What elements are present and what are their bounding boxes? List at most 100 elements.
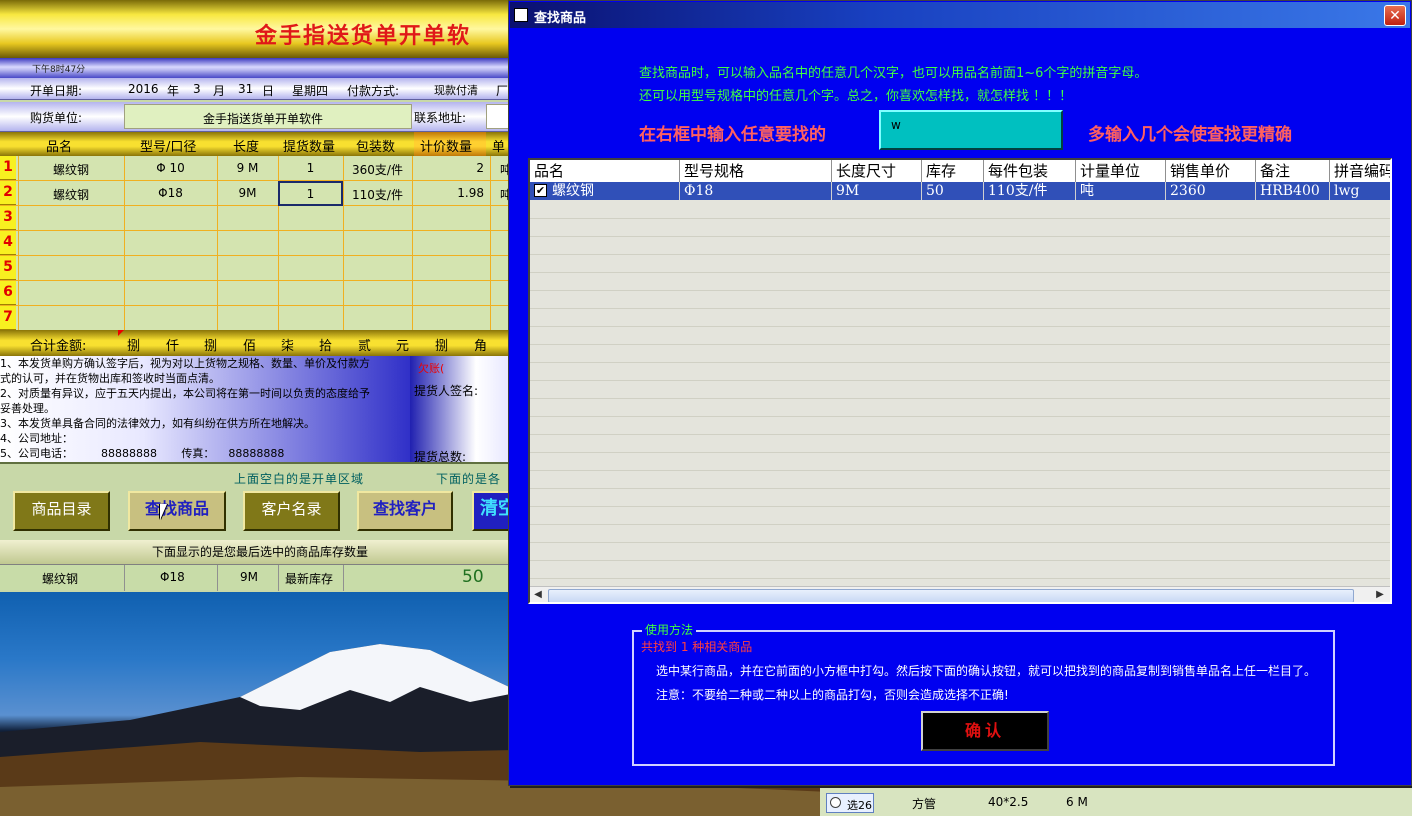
col-header-length[interactable]: 长度尺寸: [832, 160, 922, 182]
buyer-label: 购货单位:: [30, 111, 83, 125]
cell-length[interactable]: 9 M: [217, 161, 278, 175]
empty-row: [530, 326, 1390, 345]
table-header: 品名 型号/口径 长度 提货数量 包装数 计价数量 单: [0, 132, 520, 156]
hint-left: 上面空白的是开单区域: [234, 472, 365, 486]
precision-hint: 多输入几个会使查找更精确: [1088, 125, 1292, 145]
result-unit: 吨: [1076, 182, 1166, 200]
result-price: 2360: [1166, 182, 1256, 200]
total-unit: 仟: [166, 339, 180, 354]
col-header-pack[interactable]: 每件包装: [984, 160, 1076, 182]
date-day[interactable]: 31: [238, 82, 253, 96]
empty-row: [530, 560, 1390, 579]
find-customer-button[interactable]: 查找客户: [357, 491, 453, 531]
found-count: 共找到 1 种相关商品: [641, 640, 753, 654]
note-line: 4、公司地址：: [0, 432, 73, 445]
input-label: 在右框中输入任意要找的: [639, 125, 826, 145]
address-label: 联系地址:: [414, 111, 467, 125]
col-price-qty: 计价数量: [420, 140, 473, 155]
horizontal-scrollbar[interactable]: ◀ ▶: [530, 586, 1390, 602]
result-stock: 50: [922, 182, 984, 200]
dialog-title: 查找商品: [534, 11, 587, 26]
empty-row: [530, 452, 1390, 471]
stock-value: 50: [462, 567, 484, 587]
buyer-field[interactable]: 金手指送货单开单软件: [124, 104, 412, 129]
cell-length[interactable]: 9M: [217, 186, 278, 200]
stock-name: 螺纹钢: [42, 572, 79, 586]
cell-model[interactable]: Φ18: [124, 186, 217, 200]
stock-row: 螺纹钢 Φ18 9M 最新库存 50: [0, 564, 520, 591]
row-number: 4: [0, 231, 16, 255]
debt-label: 欠账(: [418, 362, 445, 375]
radio-icon: [830, 797, 841, 808]
confirm-button[interactable]: 确认: [921, 711, 1049, 751]
search-hint-2: 还可以用型号规格中的任意几个字。总之，你喜欢怎样找，就怎样找 ！！！: [639, 89, 1073, 104]
col-header-remark[interactable]: 备注: [1256, 160, 1330, 182]
col-header-name[interactable]: 品名: [530, 160, 680, 182]
result-name: 螺纹钢: [548, 182, 680, 200]
cell-price-qty[interactable]: 1.98: [412, 186, 484, 200]
col-header-unit[interactable]: 计量单位: [1076, 160, 1166, 182]
row-checkbox[interactable]: ✔: [534, 184, 547, 197]
col-pack: 包装数: [356, 140, 396, 155]
scroll-thumb[interactable]: [548, 589, 1354, 602]
note-line: 妥善处理。: [0, 402, 55, 415]
cell-price-qty[interactable]: 2: [412, 161, 484, 175]
result-pinyin: lwg: [1330, 182, 1390, 200]
empty-row: [530, 362, 1390, 381]
note-line: 3、本发货单具备合同的法律效力，如有纠纷在供方所在地解决。: [0, 417, 315, 430]
day-unit: 日: [262, 84, 275, 98]
row-number: 3: [0, 206, 16, 230]
cell-pack[interactable]: 110支/件: [343, 186, 412, 203]
scroll-left-icon[interactable]: ◀: [530, 587, 546, 602]
signature-area: 欠账( 提货人签名: 提货总数:: [410, 356, 520, 464]
weekday: 星期四: [292, 84, 329, 98]
empty-row: [530, 470, 1390, 489]
hint-right: 下面的是各: [436, 472, 502, 486]
empty-row: [530, 290, 1390, 309]
stock-model: Φ18: [160, 570, 185, 584]
empty-row: [530, 308, 1390, 327]
cell-name[interactable]: 螺纹钢: [18, 186, 124, 203]
payment-value[interactable]: 现款付清: [434, 82, 478, 98]
note-marker: [118, 330, 124, 336]
find-goods-button[interactable]: 查找商品: [128, 491, 226, 531]
row-select-radio[interactable]: 选26: [826, 793, 874, 813]
bottom-spec: 40*2.5: [988, 795, 1029, 809]
total-unit: 佰: [243, 339, 257, 354]
col-header-model[interactable]: 型号规格: [680, 160, 832, 182]
cell-model[interactable]: Φ 10: [124, 161, 217, 175]
note-line: 2、对质量有异议，应于五天内提出，本公司将在第一时间以负责的态度给予: [0, 387, 370, 400]
result-row-selected[interactable]: ✔ 螺纹钢 Φ18 9M 50 110支/件 吨 2360 HRB400 lwg: [530, 182, 1390, 200]
date-month[interactable]: 3: [193, 82, 201, 96]
close-button[interactable]: ✕: [1384, 5, 1406, 26]
note-line: 5、公司电话： 88888888 传真： 88888888: [0, 447, 285, 460]
catalog-button[interactable]: 商品目录: [13, 491, 110, 531]
order-grid: 1 2 3 4 5 6 7 螺纹钢 Φ 10 9 M 1 360支/件 2 吨 …: [0, 156, 520, 330]
cell-qty-active[interactable]: 1: [278, 181, 343, 206]
stock-header: 下面显示的是您最后选中的商品库存数量: [0, 540, 520, 564]
col-header-price[interactable]: 销售单价: [1166, 160, 1256, 182]
cell-name[interactable]: 螺纹钢: [18, 161, 124, 178]
note-line: 1、本发货单购方确认签字后，视为对以上货物之规格、数量、单价及付款方: [0, 357, 370, 370]
empty-row: [530, 200, 1390, 219]
dialog-titlebar[interactable]: [510, 2, 1410, 28]
payment-label: 付款方式:: [347, 84, 400, 98]
col-header-stock[interactable]: 库存: [922, 160, 984, 182]
app-title: 金手指送货单开单软: [255, 23, 472, 49]
empty-row: [530, 434, 1390, 453]
cell-qty[interactable]: 1: [278, 161, 343, 175]
row-number: 7: [0, 306, 16, 330]
customers-button[interactable]: 客户名录: [243, 491, 340, 531]
results-header: 品名 型号规格 长度尺寸 库存 每件包装 计量单位 销售单价 备注 拼音编码: [530, 160, 1390, 183]
usage-legend: 使用方法: [642, 621, 697, 638]
window-icon: [514, 8, 528, 22]
search-input[interactable]: w: [879, 110, 1063, 150]
bottom-list-row: 选26 方管 40*2.5 6 M: [820, 786, 1412, 816]
date-label: 开单日期:: [30, 84, 83, 98]
total-digit: 捌: [204, 339, 218, 354]
cell-pack[interactable]: 360支/件: [343, 161, 412, 178]
scroll-right-icon[interactable]: ▶: [1372, 587, 1388, 602]
col-header-pinyin[interactable]: 拼音编码: [1330, 160, 1390, 182]
total-digit: 捌: [127, 339, 141, 354]
date-year[interactable]: 2016: [128, 82, 159, 96]
